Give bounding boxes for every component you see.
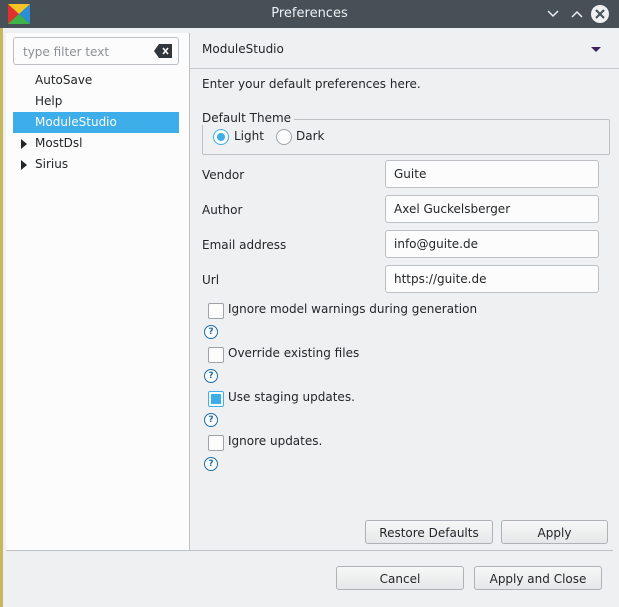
tree-item-help[interactable]: Help [13,91,179,112]
view-menu-icon[interactable] [591,47,601,52]
url-label: Url [202,273,220,287]
title-divider [190,68,619,69]
email-field[interactable]: info@guite.de [385,230,599,258]
help-icon[interactable]: ? [204,413,218,427]
cancel-button[interactable]: Cancel [336,566,464,590]
tree-item-label: Help [35,94,63,108]
filter-field[interactable] [13,37,179,65]
page-title: ModuleStudio [202,42,284,56]
staging-updates-checkbox[interactable] [208,391,224,407]
filter-input[interactable] [21,43,149,61]
help-icon[interactable]: ? [204,369,218,383]
close-icon [595,9,605,19]
tree-item-modulestudio[interactable]: ModuleStudio [13,112,179,133]
clear-text-icon[interactable] [154,44,172,58]
tree-item-mostdsl[interactable]: MostDsl [13,133,179,154]
window-title: Preferences [271,6,348,21]
tree-item-label: ModuleStudio [35,115,117,129]
theme-legend: Default Theme [202,111,295,125]
email-label: Email address [202,238,287,252]
help-icon[interactable]: ? [204,325,218,339]
chevron-down-icon [547,10,559,18]
tree-item-sirius[interactable]: Sirius [13,154,179,175]
chevron-up-icon [571,10,583,18]
tree-item-label: MostDsl [35,136,83,150]
override-files-label[interactable]: Override existing files [228,346,359,360]
window-edge [0,28,3,607]
help-icon[interactable]: ? [204,457,218,471]
vendor-label: Vendor [202,168,245,182]
page-description: Enter your default preferences here. [202,77,421,91]
tree-item-label: Sirius [35,157,69,171]
preference-page: ModuleStudio Enter your default preferen… [190,33,619,550]
staging-updates-label[interactable]: Use staging updates. [228,390,355,404]
theme-light-label[interactable]: Light [234,129,264,143]
preference-tree: AutoSave Help ModuleStudio MostDsl Siriu… [13,70,179,175]
button-bar-divider [6,550,613,551]
preferences-dialog: AutoSave Help ModuleStudio MostDsl Siriu… [0,28,619,607]
url-field[interactable]: https://guite.de [385,265,599,293]
ignore-updates-checkbox[interactable] [208,435,224,451]
tree-item-label: AutoSave [35,73,93,87]
vendor-field[interactable]: Guite [385,160,599,188]
apply-and-close-button[interactable]: Apply and Close [474,566,602,590]
ignore-warnings-label[interactable]: Ignore model warnings during generation [228,302,477,316]
author-label: Author [202,203,243,217]
apply-button[interactable]: Apply [501,520,608,544]
author-field[interactable]: Axel Guckelsberger [385,195,599,223]
restore-defaults-button[interactable]: Restore Defaults [365,520,493,544]
expand-arrow-icon[interactable] [21,139,27,149]
maximize-button[interactable] [568,5,586,23]
sidebar: AutoSave Help ModuleStudio MostDsl Siriu… [6,33,190,550]
theme-light-radio[interactable] [213,129,229,145]
override-files-checkbox[interactable] [208,347,224,363]
expand-arrow-icon[interactable] [21,160,27,170]
tree-item-autosave[interactable]: AutoSave [13,70,179,91]
title-bar[interactable]: Preferences [0,0,619,28]
close-button[interactable] [591,5,609,23]
minimize-button[interactable] [544,5,562,23]
theme-dark-radio[interactable] [276,129,292,145]
ignore-updates-label[interactable]: Ignore updates. [228,434,322,448]
theme-dark-label[interactable]: Dark [296,129,324,143]
ignore-warnings-checkbox[interactable] [208,303,224,319]
